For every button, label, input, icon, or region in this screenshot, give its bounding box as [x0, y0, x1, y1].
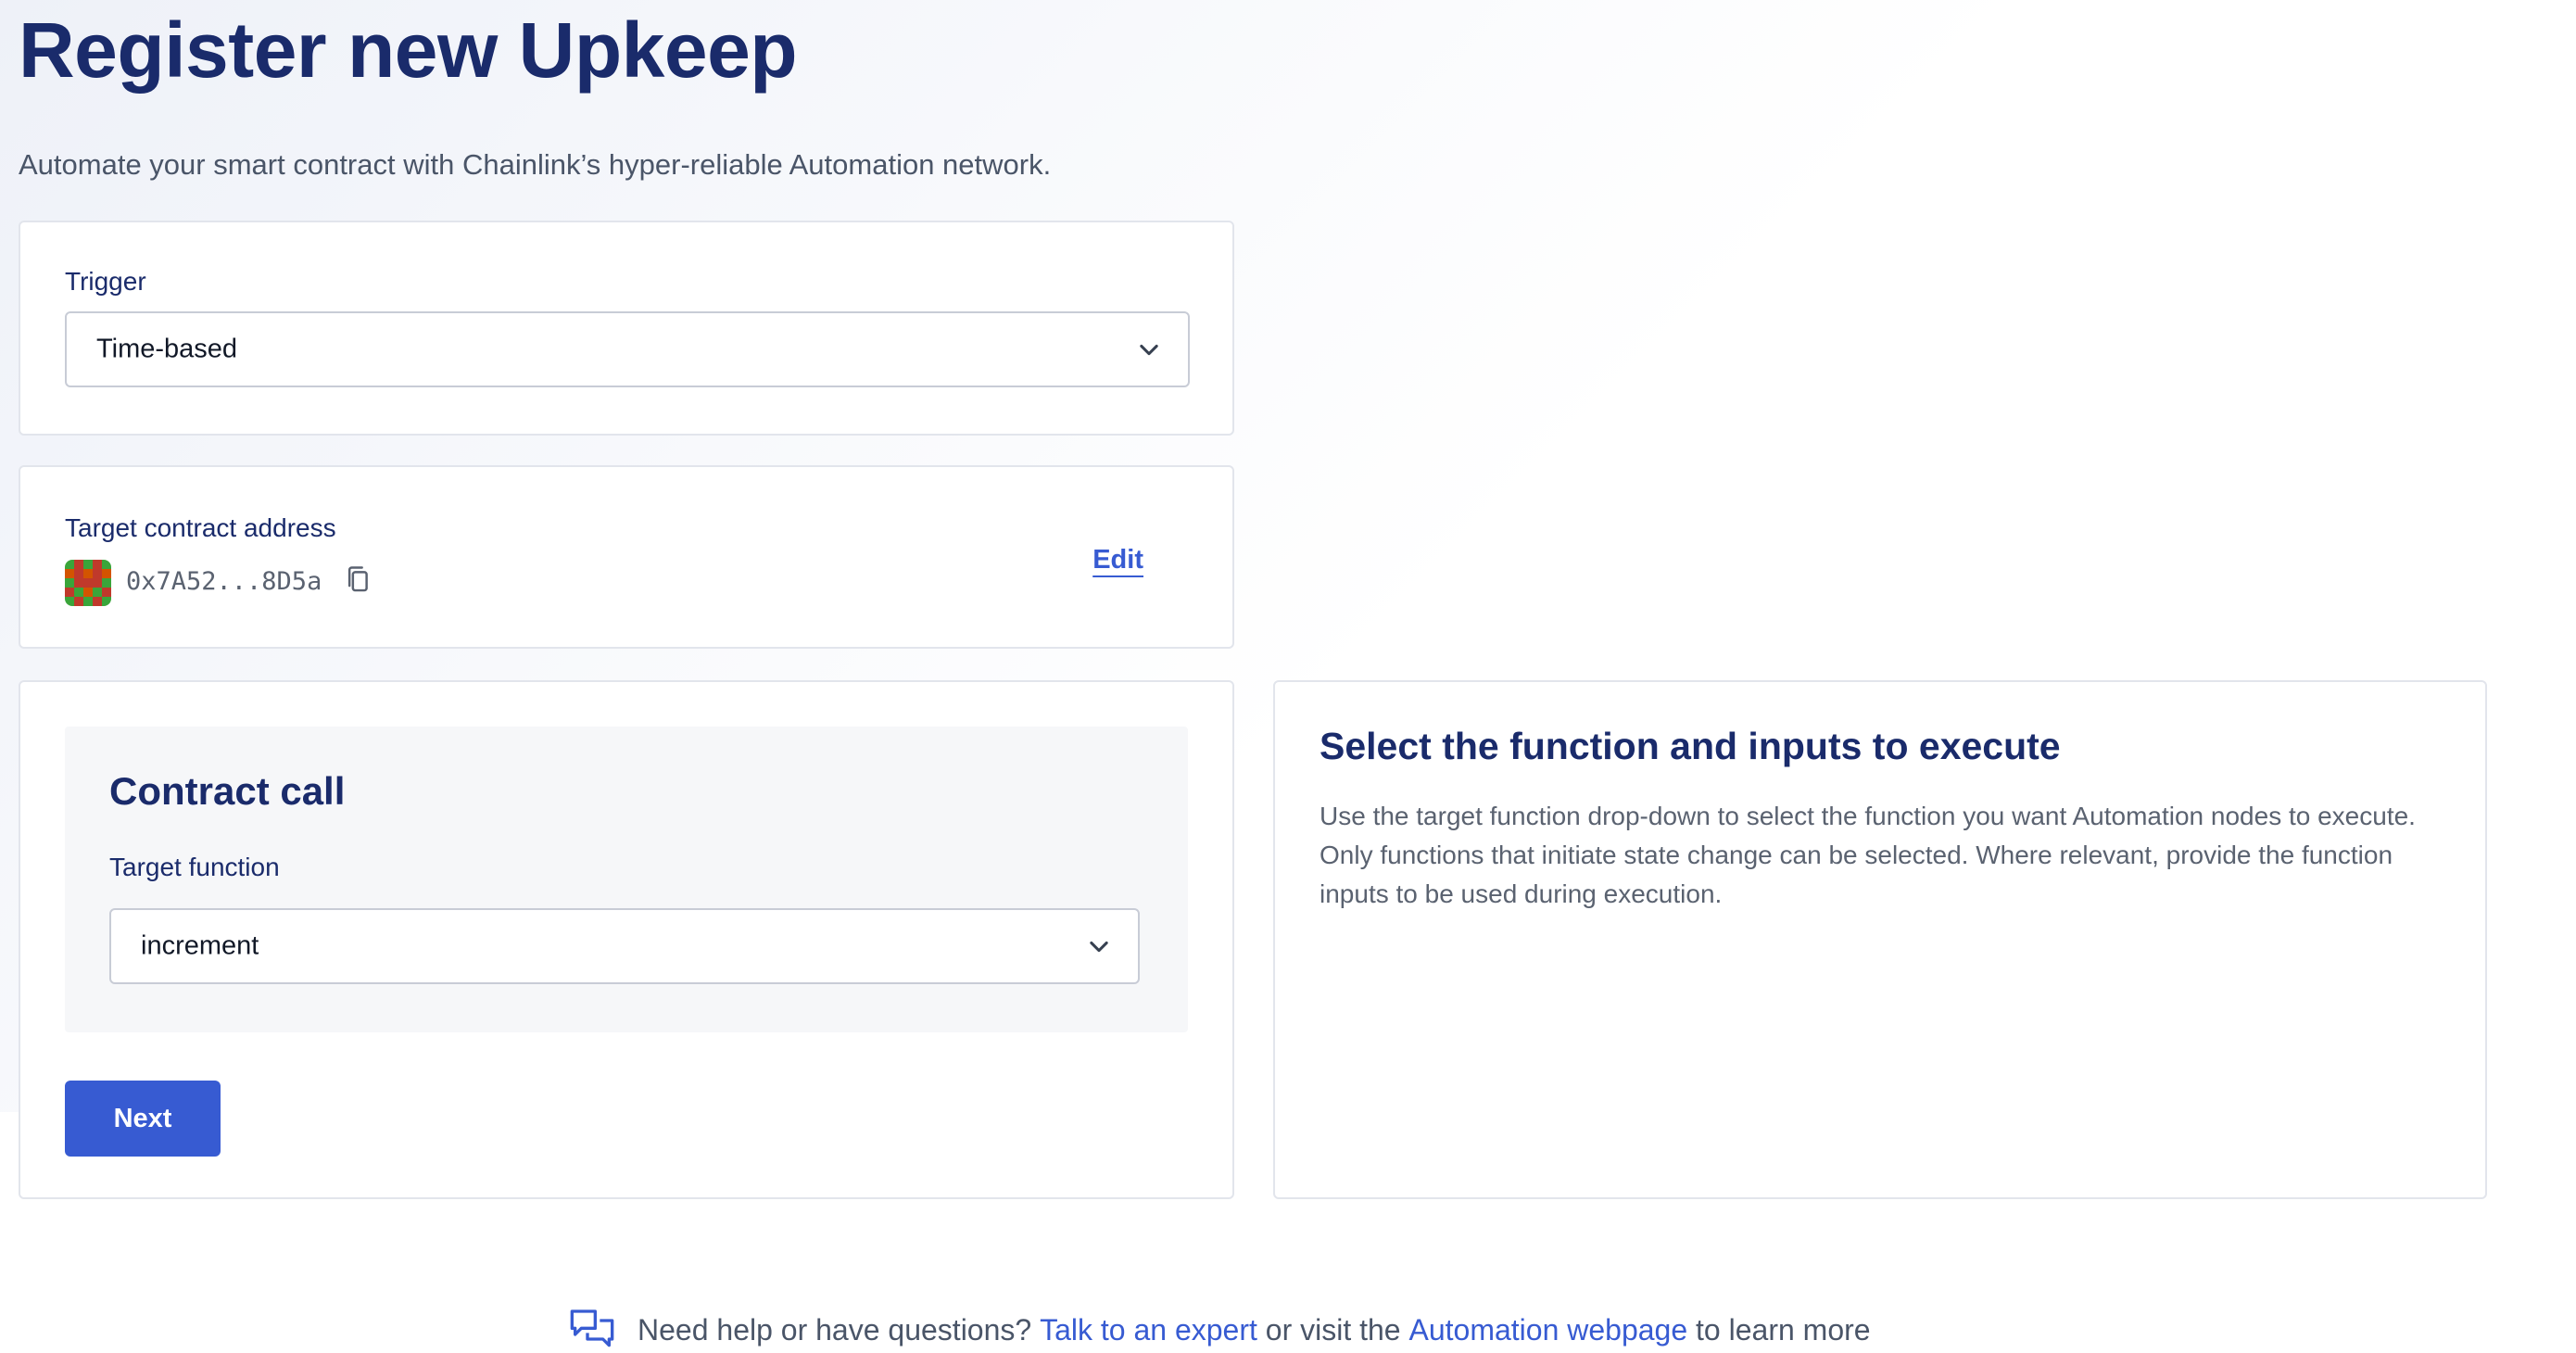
target-contract-card: Target contract address 0x7A52...8D5a Ed…: [19, 465, 1234, 649]
target-function-label: Target function: [109, 853, 280, 881]
copy-icon[interactable]: [345, 565, 373, 595]
contract-call-heading: Contract call: [109, 769, 346, 813]
chevron-down-icon: [1140, 344, 1158, 356]
trigger-select-value: Time-based: [96, 334, 238, 364]
talk-to-expert-link[interactable]: Talk to an expert: [1040, 1313, 1257, 1347]
page-subtitle: Automate your smart contract with Chainl…: [19, 148, 1052, 181]
contract-address: 0x7A52...8D5a: [126, 567, 322, 596]
help-body: Use the target function drop-down to sel…: [1320, 802, 2416, 908]
footer-prefix-text: Need help or have questions?: [638, 1312, 1032, 1347]
target-contract-label: Target contract address: [65, 513, 336, 542]
help-footer-row: Need help or have questions? Talk to an …: [567, 1307, 1871, 1353]
help-heading: Select the function and inputs to execut…: [1320, 725, 2061, 767]
trigger-label: Trigger: [65, 267, 146, 296]
chevron-down-icon: [1090, 941, 1108, 953]
trigger-select[interactable]: Time-based: [65, 311, 1190, 387]
chat-bubbles-icon: [570, 1309, 614, 1347]
edit-address-link[interactable]: Edit: [1092, 545, 1143, 575]
register-upkeep-page: Register new Upkeep Automate your smart …: [0, 0, 2576, 1347]
contract-call-panel: Contract call Target function increment: [65, 727, 1188, 1032]
target-function-select[interactable]: increment: [109, 908, 1140, 984]
page-title: Register new Upkeep: [19, 6, 798, 94]
help-card: Select the function and inputs to execut…: [1273, 680, 2487, 1199]
next-button[interactable]: Next: [65, 1081, 221, 1157]
footer-suffix-text: to learn more: [1696, 1312, 1871, 1347]
contract-call-card: Contract call Target function increment …: [19, 680, 1234, 1199]
trigger-card: Trigger Time-based: [19, 221, 1234, 436]
contract-avatar: [65, 560, 111, 606]
automation-webpage-link[interactable]: Automation webpage: [1408, 1313, 1687, 1347]
target-function-value: increment: [141, 930, 259, 961]
footer-middle-text: or visit the: [1265, 1312, 1401, 1347]
